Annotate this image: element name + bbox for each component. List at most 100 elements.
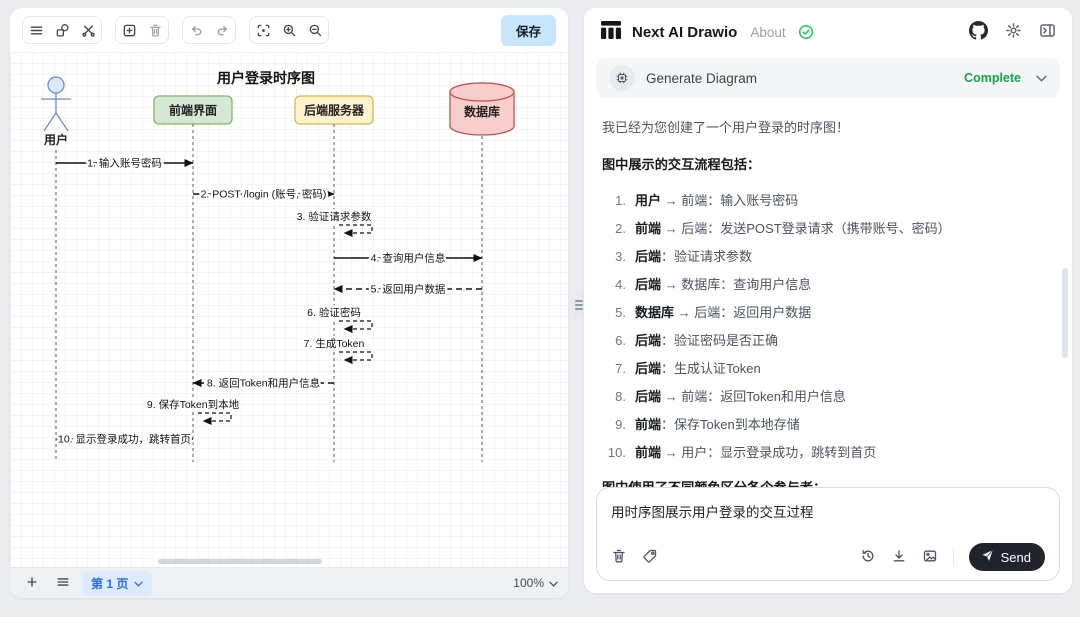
message-label: 8. 返回Token和用户信息	[207, 377, 320, 390]
participant-user[interactable]	[41, 77, 71, 131]
diagram-canvas[interactable]: 用户登录时序图用户前端界面后端服务器数据库1. 输入账号密码2. POST /l…	[10, 52, 568, 567]
cut-button[interactable]	[75, 17, 101, 43]
message-label: 9. 保存Token到本地	[147, 398, 240, 411]
participant-database[interactable]: 数据库	[450, 83, 514, 135]
chat-step: 7.后端：生成认证Token	[602, 359, 1054, 379]
add-shape-button[interactable]	[116, 17, 142, 43]
participant-backend[interactable]: 后端服务器	[295, 96, 373, 124]
fit-view-button[interactable]	[250, 17, 276, 43]
image-icon	[922, 548, 938, 567]
toolbar-group-history	[182, 16, 236, 44]
zoom-in-icon	[282, 23, 297, 38]
svg-text:用户: 用户	[43, 132, 68, 147]
tool-call-card[interactable]: Generate Diagram Complete	[596, 58, 1060, 98]
history-icon	[860, 548, 876, 567]
svg-text:数据库: 数据库	[464, 104, 500, 119]
zoom-level: 100%	[513, 576, 544, 590]
horizontal-scrollbar[interactable]	[158, 559, 322, 564]
chat-step: 9.前端：保存Token到本地存储	[602, 415, 1054, 435]
fit-view-icon	[256, 23, 271, 38]
assistant-intro: 我已经为您创建了一个用户登录的时序图！	[602, 118, 1054, 138]
chip-icon	[609, 65, 635, 91]
panel-right-icon	[1039, 22, 1056, 42]
svg-text:后端服务器: 后端服务器	[304, 103, 365, 118]
tool-call-status: Complete	[964, 71, 1021, 85]
github-icon	[969, 21, 988, 43]
chat-step: 10.前端 → 用户：显示登录成功，跳转到首页	[602, 443, 1054, 463]
participant-frontend[interactable]: 前端界面	[154, 96, 232, 124]
self-message-arrow	[198, 413, 231, 421]
chat-step: 1.用户 → 前端：输入账号密码	[602, 191, 1054, 211]
zoom-out-button[interactable]	[302, 17, 328, 43]
github-button[interactable]	[969, 21, 988, 43]
chat-step: 6.后端：验证密码是否正确	[602, 331, 1054, 351]
flow-steps-list: 1.用户 → 前端：输入账号密码2.前端 → 后端：发送POST登录请求（携带账…	[602, 191, 1054, 463]
message-label: 10. 显示登录成功，跳转首页	[58, 433, 191, 446]
shapes-button[interactable]	[49, 17, 75, 43]
chat-step: 5.数据库 → 后端：返回用户数据	[602, 303, 1054, 323]
sequence-diagram[interactable]: 用户登录时序图用户前端界面后端服务器数据库1. 输入账号密码2. POST /l…	[10, 52, 568, 567]
tag-button[interactable]	[642, 548, 658, 567]
svg-text:前端界面: 前端界面	[169, 103, 217, 118]
save-button[interactable]: 保存	[501, 15, 556, 46]
message-label: 3. 验证请求参数	[297, 210, 372, 223]
app-title: Next AI Drawio	[632, 24, 737, 41]
message-label: 6. 验证密码	[307, 306, 361, 319]
history-button[interactable]	[860, 548, 876, 567]
tool-call-label: Generate Diagram	[646, 71, 757, 86]
collapse-panel-button[interactable]	[1039, 22, 1056, 42]
about-link[interactable]: About	[750, 25, 785, 40]
page-selector[interactable]: 第 1 页	[82, 571, 152, 596]
delete-button[interactable]	[142, 17, 168, 43]
redo-button[interactable]	[209, 17, 235, 43]
editor-toolbar: 保存	[10, 8, 568, 52]
toolbar-group-zoom	[249, 16, 329, 44]
diagram-title: 用户登录时序图	[217, 70, 315, 86]
chat-panel: Next AI Drawio About Generate Diagram Co…	[584, 8, 1072, 593]
paper-plane-icon	[981, 549, 994, 565]
chat-step: 8.后端 → 前端：返回Token和用户信息	[602, 387, 1054, 407]
send-label: Send	[1001, 550, 1031, 565]
hamburger-icon	[29, 23, 44, 38]
message-label: 4. 查询用户信息	[371, 252, 446, 265]
chat-step: 3.后端：验证请求参数	[602, 247, 1054, 267]
tag-icon	[642, 548, 658, 567]
app-root: { "left_panel": { "toolbar": { "save_lab…	[0, 0, 1080, 617]
chat-message-area: 我已经为您创建了一个用户登录的时序图！ 图中展示的交互流程包括： 1.用户 → …	[584, 108, 1072, 487]
undo-icon	[189, 23, 204, 38]
redo-icon	[215, 23, 230, 38]
prompt-input[interactable]: 用时序图展示用户登录的交互过程	[611, 501, 1045, 543]
zoom-out-icon	[308, 23, 323, 38]
prompt-input-card: 用时序图展示用户登录的交互过程 Send	[596, 487, 1060, 581]
chat-header: Next AI Drawio About	[584, 8, 1072, 56]
menu-button[interactable]	[23, 17, 49, 43]
message-label: 2. POST /login (账号, 密码)	[201, 188, 327, 201]
chevron-down-icon	[134, 576, 143, 590]
toolbar-group-main	[22, 16, 102, 44]
prompt-toolbar: Send	[611, 543, 1045, 571]
toolbar-group-edit	[115, 16, 169, 44]
zoom-level-selector[interactable]: 100%	[513, 576, 558, 590]
pages-menu-button[interactable]	[51, 572, 75, 594]
chat-scrollbar[interactable]	[1062, 268, 1068, 358]
message-label: 5. 返回用户数据	[371, 283, 446, 296]
zoom-in-button[interactable]	[276, 17, 302, 43]
gear-icon	[1005, 22, 1022, 42]
plus-square-icon	[122, 23, 137, 38]
app-logo	[600, 20, 622, 45]
self-message-arrow	[339, 321, 372, 329]
settings-button[interactable]	[1005, 22, 1022, 42]
add-page-button[interactable]	[20, 572, 44, 594]
scissors-icon	[81, 23, 96, 38]
download-button[interactable]	[891, 548, 907, 567]
chevron-down-icon[interactable]	[1036, 75, 1047, 82]
grip-icon	[575, 300, 583, 310]
page-label: 第 1 页	[91, 575, 128, 592]
send-button[interactable]: Send	[969, 543, 1045, 571]
image-button[interactable]	[922, 548, 938, 567]
clear-button[interactable]	[611, 548, 627, 567]
undo-button[interactable]	[183, 17, 209, 43]
editor-panel: 保存 用户登录时序图用户前端界面后端服务器数据库1. 输入账号密码2. POST…	[10, 8, 568, 598]
shapes-icon	[55, 23, 70, 38]
plus-icon	[25, 575, 39, 592]
